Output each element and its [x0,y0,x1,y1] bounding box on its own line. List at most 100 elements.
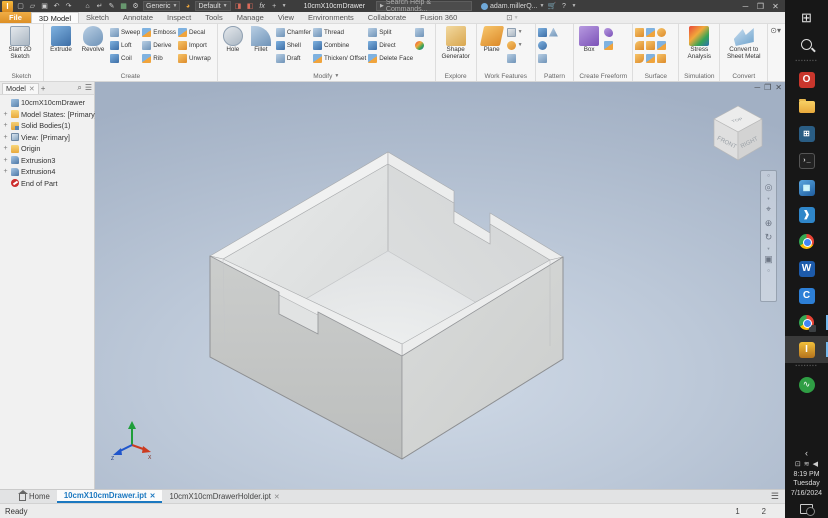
browser-search-icon[interactable]: ⌕ [77,83,81,93]
expander-icon[interactable]: + [2,111,9,118]
sketch-mode-icon[interactable]: ✎ [107,2,116,11]
expander-icon[interactable]: + [2,134,9,141]
split-button[interactable]: Split [368,26,413,38]
delete-face-button[interactable]: Delete Face [368,52,413,64]
tree-item-solid-bodies[interactable]: + Solid Bodies(1) [2,120,94,132]
parameters-fx-icon[interactable]: fx [258,2,267,11]
view-cube[interactable]: TOP FRONT RIGHT [709,102,767,164]
taskbar-chrome[interactable] [785,228,828,255]
open-icon[interactable]: ▱ [28,2,37,11]
tree-item-end-of-part[interactable]: End of Part [2,178,94,190]
taskbar-inventor[interactable]: I [785,336,828,363]
rib-button[interactable]: Rib [142,52,176,64]
ribbon-expand-button[interactable]: ⊙▾ [770,26,781,35]
freeform-cylinder-button[interactable] [604,39,613,51]
pan-button[interactable]: ⌖ [766,204,771,215]
display-tray-icon[interactable]: ⊡ [795,460,801,468]
restore-button[interactable]: ❐ [753,1,768,12]
surface-button-7[interactable] [657,26,666,38]
material-dropdown[interactable]: Generic ▼ [143,1,180,11]
thicken-offset-button[interactable]: Thicken/ Offset [313,52,366,64]
tab-list-menu-icon[interactable]: ☰ [771,490,785,503]
tree-item-extrusion4[interactable]: + Extrusion4 [2,166,94,178]
color-wheel-icon[interactable]: ◕ [183,2,192,11]
look-at-button[interactable]: ▣ [764,254,773,265]
shape-generator-button[interactable]: Shape Generator [438,26,474,60]
new-file-icon[interactable]: ▢ [16,2,25,11]
loft-button[interactable]: Loft [110,39,140,51]
surface-button-4[interactable] [646,26,655,38]
doc-tab-drawer-holder[interactable]: 10cmX10cmDrawerHolder.ipt ✕ [162,490,286,503]
combine-button[interactable]: Combine [313,39,366,51]
orbit-button[interactable]: ↻ [765,232,773,243]
store-cart-icon[interactable]: 🛒 [547,2,556,11]
start-2d-sketch-button[interactable]: Start 2D Sketch [2,26,38,60]
extrude-button[interactable]: Extrude [46,26,76,54]
tree-item-part[interactable]: 10cmX10cmDrawer [2,97,94,109]
move-bodies-button[interactable] [415,26,424,38]
add-quick-access-icon[interactable]: + [270,2,279,11]
tab-file[interactable]: File [0,12,31,23]
decal-button[interactable]: Decal [178,26,211,38]
adjust-icon[interactable]: ◨ [234,2,243,11]
sketch-driven-pattern-button[interactable] [538,52,547,64]
taskbar-c-app[interactable]: C [785,282,828,309]
search-box[interactable]: ▶ Search Help & Commands... [376,1,472,11]
surface-button-6[interactable] [646,52,655,64]
tab-annotate[interactable]: Annotate [116,12,160,23]
ucs-button[interactable] [507,52,523,64]
undo-icon[interactable]: ↶ [52,2,61,11]
navbar-handle-icon[interactable]: ○ [767,173,770,179]
save-icon[interactable]: ▣ [40,2,49,11]
tab-environments[interactable]: Environments [301,12,361,23]
doc-tab-drawer[interactable]: 10cmX10cmDrawer.ipt ✕ [57,490,163,503]
freeform-plane-button[interactable] [604,26,613,38]
unwrap-button[interactable]: Unwrap [178,52,211,64]
surface-button-8[interactable] [657,39,666,51]
tree-item-model-states[interactable]: + Model States: [Primary] [2,109,94,121]
expander-icon[interactable]: + [2,145,9,152]
tab-tools[interactable]: Tools [198,12,230,23]
mirror-button[interactable] [549,26,558,38]
draft-button[interactable]: Draft [276,52,311,64]
doc-restore-button[interactable]: ❐ [764,83,771,92]
close-icon[interactable]: ✕ [29,85,35,93]
tree-item-extrusion3[interactable]: + Extrusion3 [2,155,94,167]
quick-access-more-icon[interactable]: ▼ [282,3,287,9]
fillet-button[interactable]: Fillet [248,26,274,54]
taskbar-opera[interactable]: O [785,66,828,93]
expander-icon[interactable]: + [2,157,9,164]
network-tray-icon[interactable]: ≋ [804,460,810,468]
close-icon[interactable]: ✕ [150,492,156,500]
help-more-icon[interactable]: ▼ [571,3,576,9]
drawer-3d-model[interactable] [95,82,785,489]
freeform-box-button[interactable]: Box [576,26,602,54]
surface-button-1[interactable] [635,26,644,38]
taskbar-terminal[interactable]: ›_ [785,147,828,174]
chamfer-button[interactable]: Chamfer [276,26,311,38]
stress-analysis-button[interactable]: Stress Analysis [681,26,717,60]
clear-appearance-icon[interactable]: ◧ [246,2,255,11]
chevron-down-icon[interactable]: ▼ [767,246,771,251]
group-label-modify[interactable]: Modify▼ [218,71,435,81]
tab-view[interactable]: View [271,12,301,23]
plane-button[interactable]: Plane [479,26,505,54]
help-icon[interactable]: ? [559,2,568,11]
start-button[interactable]: ⊞ [785,4,828,31]
point-button[interactable]: ▼ [507,39,523,51]
appearance-dropdown[interactable]: Default ▼ [195,1,230,11]
derive-button[interactable]: Derive [142,39,176,51]
tab-3d-model[interactable]: 3D Model [31,12,79,23]
zoom-button[interactable]: ⊕ [765,218,773,229]
tab-fusion-360[interactable]: Fusion 360 [413,12,464,23]
doc-close-button[interactable]: ✕ [775,83,782,92]
taskbar-chrome-profile[interactable] [785,309,828,336]
taskbar-vscode[interactable]: ❱ [785,201,828,228]
import-button[interactable]: Import [178,39,211,51]
tree-item-view[interactable]: + View: [Primary] [2,132,94,144]
browser-menu-icon[interactable]: ☰ [85,83,92,93]
sweep-button[interactable]: Sweep [110,26,140,38]
expander-icon[interactable]: + [2,168,9,175]
hole-button[interactable]: Hole [220,26,246,54]
thread-button[interactable]: Thread [313,26,366,38]
